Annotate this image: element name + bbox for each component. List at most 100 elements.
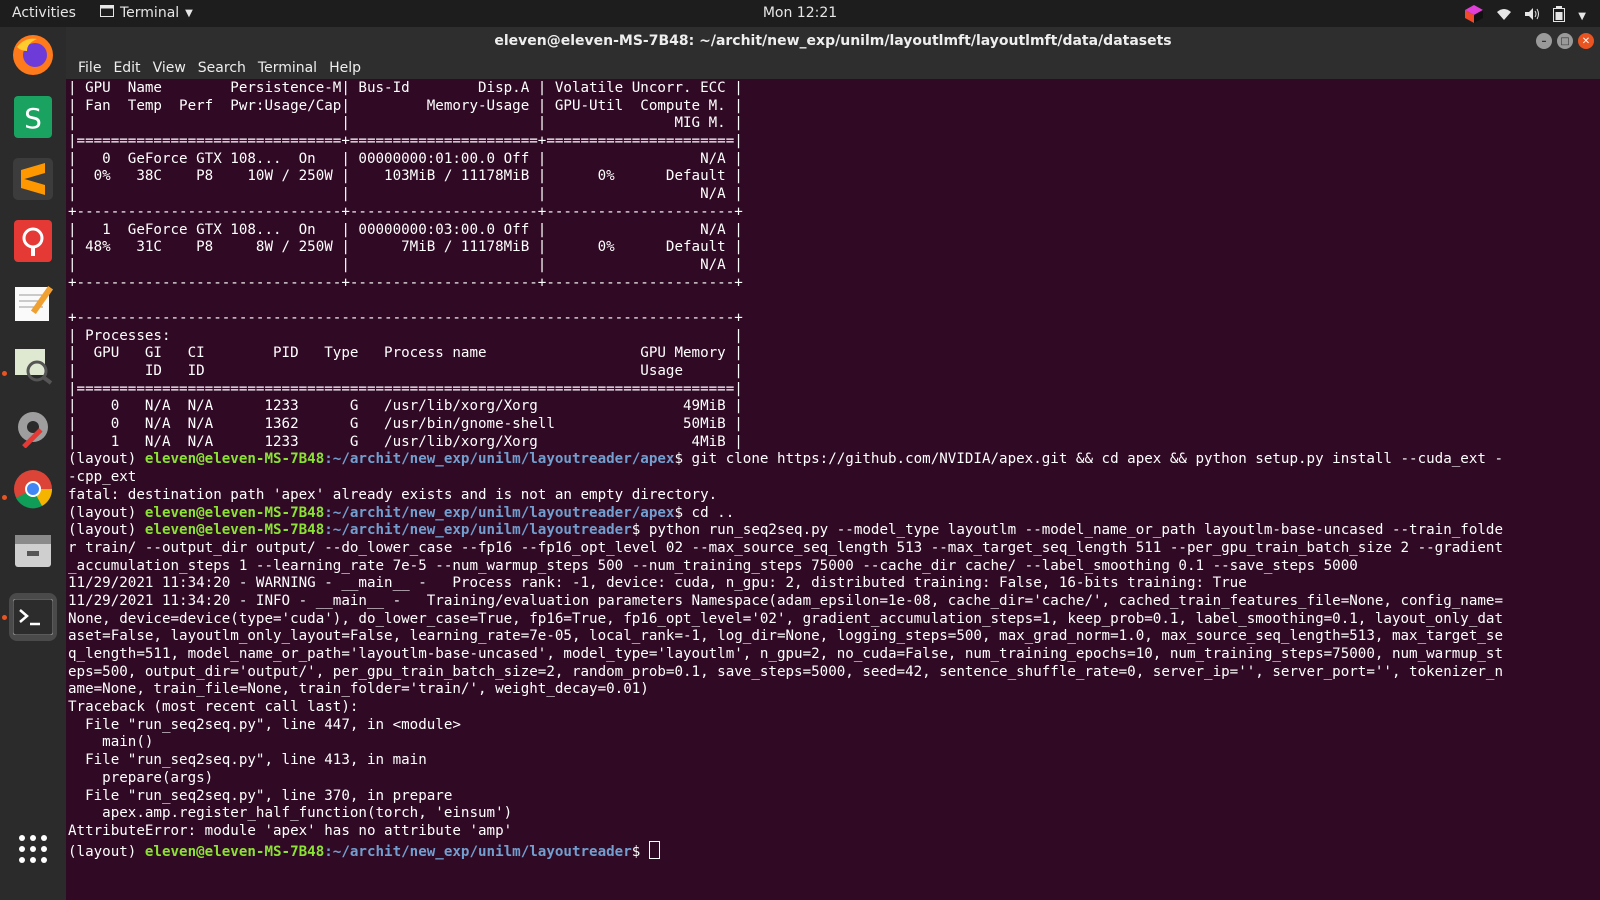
menu-terminal[interactable]: Terminal bbox=[252, 57, 323, 79]
line-text: _accumulation_steps 1 --learning_rate 7e… bbox=[68, 557, 1358, 574]
prompt-user-host: eleven@eleven-MS-7B48 bbox=[144, 451, 325, 468]
line-text: main() bbox=[68, 734, 154, 751]
line-text: None, device=device(type='cuda'), do_low… bbox=[68, 610, 1503, 627]
dock: S bbox=[0, 27, 66, 900]
activities-button[interactable]: Activities bbox=[12, 5, 76, 21]
line-text: |=======================================… bbox=[68, 380, 743, 397]
volume-icon bbox=[1524, 7, 1540, 25]
output-line: q_length=511, model_name_or_path='layout… bbox=[68, 646, 1600, 664]
apps-grid-icon[interactable] bbox=[9, 825, 57, 873]
app-name: Terminal bbox=[120, 5, 180, 21]
prompt-line: (layout) eleven@eleven-MS-7B48:~/archit/… bbox=[68, 522, 1600, 540]
output-line: 11/29/2021 11:34:20 - WARNING - __main__… bbox=[68, 575, 1600, 593]
menu-help[interactable]: Help bbox=[323, 57, 367, 79]
chrome-icon[interactable] bbox=[9, 465, 57, 513]
prompt-user-host: eleven@eleven-MS-7B48 bbox=[144, 504, 325, 521]
image-viewer-icon[interactable] bbox=[9, 341, 57, 389]
terminal-output[interactable]: | GPU Name Persistence-M| Bus-Id Disp.A … bbox=[66, 80, 1600, 900]
output-line: Traceback (most recent call last): bbox=[68, 699, 1600, 717]
file-manager-icon[interactable] bbox=[9, 527, 57, 575]
output-line: File "run_seq2seq.py", line 447, in <mod… bbox=[68, 717, 1600, 735]
app-menu[interactable]: Terminal ▼ bbox=[100, 5, 193, 21]
line-text: | | | MIG M. | bbox=[68, 115, 743, 132]
output-line: aset=False, layoutlm_only_layout=False, … bbox=[68, 628, 1600, 646]
output-line: | ID ID Usage | bbox=[68, 363, 1600, 381]
clock[interactable]: Mon 12:21 bbox=[0, 5, 1600, 21]
output-line: r train/ --output_dir output/ --do_lower… bbox=[68, 540, 1600, 558]
output-line: None, device=device(type='cuda'), do_low… bbox=[68, 611, 1600, 629]
line-text: apex.amp.register_half_function(torch, '… bbox=[68, 805, 513, 822]
line-text: | 0 N/A N/A 1362 G /usr/bin/gnome-shell … bbox=[68, 416, 743, 433]
maximize-button[interactable]: □ bbox=[1557, 33, 1573, 49]
line-text: r train/ --output_dir output/ --do_lower… bbox=[68, 539, 1503, 556]
output-line: 11/29/2021 11:34:20 - INFO - __main__ - … bbox=[68, 593, 1600, 611]
line-text: | | | N/A | bbox=[68, 186, 743, 203]
menu-search[interactable]: Search bbox=[192, 57, 252, 79]
line-text: q_length=511, model_name_or_path='layout… bbox=[68, 646, 1503, 662]
output-line: | GPU Name Persistence-M| Bus-Id Disp.A … bbox=[68, 80, 1600, 98]
close-button[interactable]: ✕ bbox=[1578, 33, 1594, 49]
line-text: ame=None, train_file=None, train_folder=… bbox=[68, 681, 649, 698]
line-text: AttributeError: module 'apex' has no att… bbox=[68, 822, 513, 839]
output-line: +-------------------------------+-------… bbox=[68, 275, 1600, 293]
line-text: | GPU Name Persistence-M| Bus-Id Disp.A … bbox=[68, 80, 743, 96]
line-text: +-------------------------------+-------… bbox=[68, 274, 743, 291]
menu-file[interactable]: File bbox=[72, 57, 107, 79]
output-line: | 0 GeForce GTX 108... On | 00000000:01:… bbox=[68, 151, 1600, 169]
chevron-down-icon: ▼ bbox=[1578, 10, 1586, 22]
text-cursor[interactable] bbox=[648, 840, 660, 859]
output-line: | GPU GI CI PID Type Process name GPU Me… bbox=[68, 345, 1600, 363]
line-text: File "run_seq2seq.py", line 370, in prep… bbox=[68, 787, 453, 804]
terminal-window: eleven@eleven-MS-7B48: ~/archit/new_exp/… bbox=[66, 27, 1600, 900]
prompt-path: :~/archit/new_exp/unilm/layoutreader/ape… bbox=[324, 451, 675, 468]
output-line: ame=None, train_file=None, train_folder=… bbox=[68, 681, 1600, 699]
line-text: eps=500, output_dir='output/', per_gpu_t… bbox=[68, 663, 1503, 680]
output-line: | | | N/A | bbox=[68, 186, 1600, 204]
prompt-path: :~/archit/new_exp/unilm/layoutreader/ape… bbox=[324, 504, 675, 521]
output-line: +-------------------------------+-------… bbox=[68, 204, 1600, 222]
command-text: $ bbox=[631, 843, 649, 860]
line-text: -cpp_ext bbox=[68, 469, 137, 486]
output-line: | 1 N/A N/A 1233 G /usr/lib/xorg/Xorg 4M… bbox=[68, 434, 1600, 452]
output-line: File "run_seq2seq.py", line 413, in main bbox=[68, 752, 1600, 770]
prompt-path: :~/archit/new_exp/unilm/layoutreader bbox=[324, 843, 632, 860]
conda-env-label: (layout) bbox=[68, 504, 145, 521]
line-text: | 0 GeForce GTX 108... On | 00000000:01:… bbox=[68, 150, 743, 167]
settings-tools-icon[interactable] bbox=[9, 403, 57, 451]
menu-bar: File Edit View Search Terminal Help bbox=[66, 57, 1600, 79]
wifi-icon bbox=[1496, 7, 1512, 25]
output-line: | | | N/A | bbox=[68, 257, 1600, 275]
menu-view[interactable]: View bbox=[147, 57, 192, 79]
command-text: $ cd .. bbox=[674, 504, 735, 521]
line-text: | Fan Temp Perf Pwr:Usage/Cap| Memory-Us… bbox=[68, 97, 743, 114]
line-text: 11/29/2021 11:34:20 - INFO - __main__ - … bbox=[68, 592, 1503, 609]
text-editor-icon[interactable] bbox=[9, 279, 57, 327]
firefox-icon[interactable] bbox=[9, 31, 57, 79]
output-line: main() bbox=[68, 734, 1600, 752]
output-line: | 0% 38C P8 10W / 250W | 103MiB / 11178M… bbox=[68, 168, 1600, 186]
line-text: | 48% 31C P8 8W / 250W | 7MiB / 11178MiB… bbox=[68, 239, 743, 256]
line-text: | 0 N/A N/A 1233 G /usr/lib/xorg/Xorg 49… bbox=[68, 398, 743, 415]
output-line: | 0 N/A N/A 1362 G /usr/bin/gnome-shell … bbox=[68, 416, 1600, 434]
spreadsheet-icon[interactable]: S bbox=[9, 93, 57, 141]
output-line: | Fan Temp Perf Pwr:Usage/Cap| Memory-Us… bbox=[68, 98, 1600, 116]
presentation-icon[interactable] bbox=[9, 217, 57, 265]
sublime-text-icon[interactable] bbox=[9, 155, 57, 203]
menu-edit[interactable]: Edit bbox=[107, 57, 146, 79]
line-text: File "run_seq2seq.py", line 413, in main bbox=[68, 752, 427, 769]
top-bar: Activities Terminal ▼ Mon 12:21 ▼ bbox=[0, 0, 1600, 27]
output-line: | 1 GeForce GTX 108... On | 00000000:03:… bbox=[68, 222, 1600, 240]
terminal-small-icon bbox=[100, 5, 114, 21]
output-line: _accumulation_steps 1 --learning_rate 7e… bbox=[68, 558, 1600, 576]
system-tray[interactable]: ▼ bbox=[1464, 4, 1586, 28]
output-line: File "run_seq2seq.py", line 370, in prep… bbox=[68, 788, 1600, 806]
title-bar[interactable]: eleven@eleven-MS-7B48: ~/archit/new_exp/… bbox=[66, 27, 1600, 57]
line-text: | 0% 38C P8 10W / 250W | 103MiB / 11178M… bbox=[68, 168, 743, 185]
cube-app-icon[interactable] bbox=[1464, 4, 1484, 28]
prompt-path: :~/archit/new_exp/unilm/layoutreader bbox=[324, 522, 632, 539]
line-text: | 1 GeForce GTX 108... On | 00000000:03:… bbox=[68, 221, 743, 238]
minimize-button[interactable]: – bbox=[1536, 33, 1552, 49]
terminal-icon[interactable] bbox=[9, 593, 57, 641]
battery-icon bbox=[1552, 6, 1566, 26]
